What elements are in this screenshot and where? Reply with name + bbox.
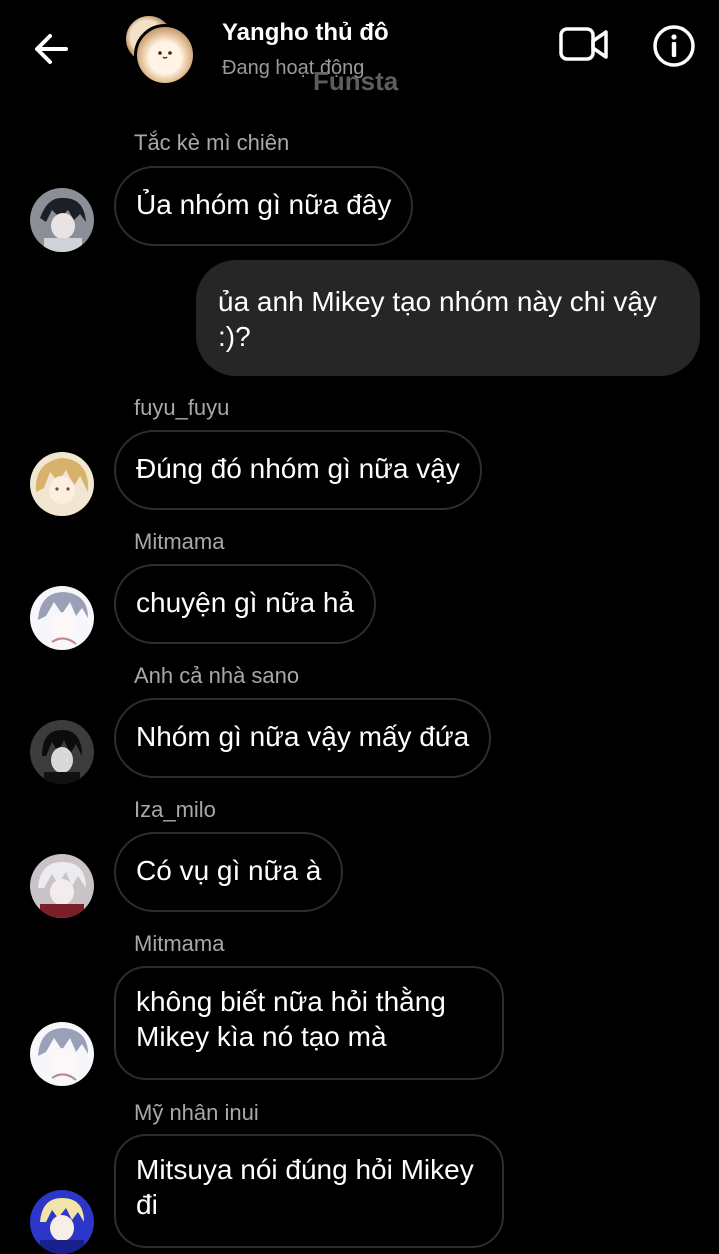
chat-header: Yangho thủ đô Đang hoạt động Funsta bbox=[0, 0, 719, 100]
avatar[interactable] bbox=[30, 1190, 94, 1254]
message-bubble[interactable]: chuyện gì nữa hả bbox=[114, 564, 377, 644]
sender-name: Anh cả nhà sano bbox=[134, 663, 300, 688]
sender-name: Iza_milo bbox=[134, 797, 216, 822]
avatar-image bbox=[30, 1190, 94, 1254]
chat-screen: Yangho thủ đô Đang hoạt động Funsta Tắc … bbox=[0, 0, 719, 1254]
avatar-image bbox=[30, 188, 94, 252]
sender-name: Mỹ nhân inui bbox=[134, 1100, 259, 1125]
cat-face-icon bbox=[158, 51, 172, 59]
group-avatar-front bbox=[134, 24, 196, 86]
group-avatar[interactable] bbox=[124, 14, 196, 86]
avatar[interactable] bbox=[30, 452, 94, 516]
message-bubble[interactable]: không biết nữa hỏi thằng Mikey kìa nó tạ… bbox=[114, 966, 504, 1080]
arrow-left-icon bbox=[35, 34, 68, 64]
message-bubble[interactable]: Có vụ gì nữa à bbox=[114, 832, 344, 912]
avatar[interactable] bbox=[30, 586, 94, 650]
sender-name: fuyu_fuyu bbox=[134, 395, 230, 420]
avatar-image bbox=[30, 452, 94, 516]
video-call-button[interactable] bbox=[558, 24, 610, 66]
outgoing-message-bubble[interactable]: ủa anh Mikey tạo nhóm này chi vậy :)? bbox=[196, 260, 700, 376]
message-bubble[interactable]: Nhóm gì nữa vậy mấy đứa bbox=[114, 698, 492, 778]
watermark: Funsta bbox=[313, 66, 399, 96]
info-icon bbox=[653, 25, 695, 67]
avatar[interactable] bbox=[30, 854, 94, 918]
back-button[interactable] bbox=[28, 26, 74, 72]
avatar-image bbox=[30, 720, 94, 784]
avatar-image bbox=[30, 1022, 94, 1086]
avatar[interactable] bbox=[30, 720, 94, 784]
video-call-icon bbox=[559, 27, 608, 61]
message-bubble[interactable]: Mitsuya nói đúng hỏi Mikey đi bbox=[114, 1134, 504, 1248]
sender-name: Mitmama bbox=[134, 931, 225, 956]
message-bubble[interactable]: Đúng đó nhóm gì nữa vậy bbox=[114, 430, 482, 510]
sender-name: Tắc kè mì chiên bbox=[134, 130, 290, 155]
avatar-image bbox=[30, 586, 94, 650]
sender-name: Mitmama bbox=[134, 529, 225, 554]
avatar-image bbox=[30, 854, 94, 918]
chat-title[interactable]: Yangho thủ đô bbox=[222, 19, 389, 47]
avatar[interactable] bbox=[30, 1022, 94, 1086]
avatar[interactable] bbox=[30, 188, 94, 252]
message-bubble[interactable]: Ủa nhóm gì nữa đây bbox=[114, 166, 414, 246]
info-button[interactable] bbox=[652, 24, 696, 68]
